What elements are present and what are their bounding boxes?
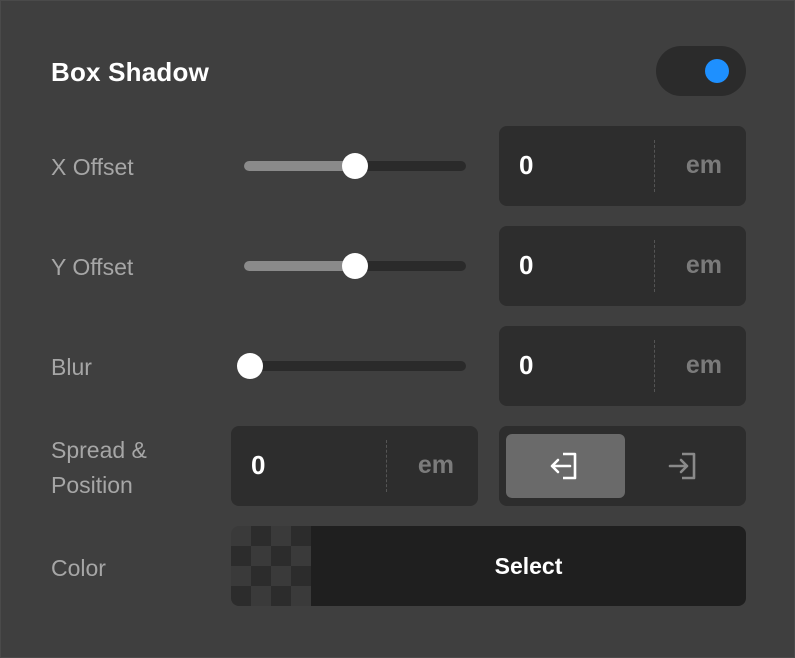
y-offset-slider-fill	[244, 261, 355, 271]
blur-slider[interactable]	[237, 353, 466, 379]
y-offset-slider-thumb[interactable]	[342, 253, 368, 279]
y-offset-slider[interactable]	[244, 253, 466, 279]
spread-unit[interactable]: em	[418, 451, 454, 480]
spread-input[interactable]: 0 em	[231, 426, 478, 506]
y-offset-input[interactable]: 0 em	[499, 226, 746, 306]
divider	[654, 140, 655, 192]
box-shadow-panel: Box Shadow X Offset 0 em Y Offset 0 em B…	[0, 0, 795, 658]
blur-label: Blur	[51, 354, 92, 380]
outset-arrow-icon	[668, 452, 695, 480]
divider	[654, 340, 655, 392]
inset-arrow-icon	[550, 452, 576, 480]
blur-value[interactable]: 0	[519, 350, 533, 381]
toggle-knob	[705, 59, 729, 83]
color-select-button[interactable]: Select	[311, 526, 746, 606]
box-shadow-toggle[interactable]	[656, 46, 746, 96]
spread-position-label-line1: Spread &	[51, 437, 147, 463]
x-offset-slider-fill	[244, 161, 355, 171]
x-offset-label: X Offset	[51, 154, 134, 180]
y-offset-value[interactable]: 0	[519, 250, 533, 281]
position-outset-button[interactable]	[623, 434, 742, 498]
x-offset-value[interactable]: 0	[519, 150, 533, 181]
color-label: Color	[51, 555, 106, 581]
color-swatch-transparent[interactable]	[231, 526, 311, 606]
divider	[654, 240, 655, 292]
blur-slider-thumb[interactable]	[237, 353, 263, 379]
blur-input[interactable]: 0 em	[499, 326, 746, 406]
x-offset-input[interactable]: 0 em	[499, 126, 746, 206]
spread-position-label-line2: Position	[51, 472, 133, 498]
position-toggle-group	[499, 426, 746, 506]
blur-unit[interactable]: em	[686, 351, 722, 380]
position-inset-button[interactable]	[506, 434, 625, 498]
y-offset-unit[interactable]: em	[686, 251, 722, 280]
x-offset-slider-thumb[interactable]	[342, 153, 368, 179]
y-offset-label: Y Offset	[51, 254, 134, 280]
x-offset-unit[interactable]: em	[686, 151, 722, 180]
divider	[386, 440, 387, 492]
panel-title: Box Shadow	[51, 57, 210, 87]
spread-value[interactable]: 0	[251, 450, 265, 481]
x-offset-slider[interactable]	[244, 153, 466, 179]
